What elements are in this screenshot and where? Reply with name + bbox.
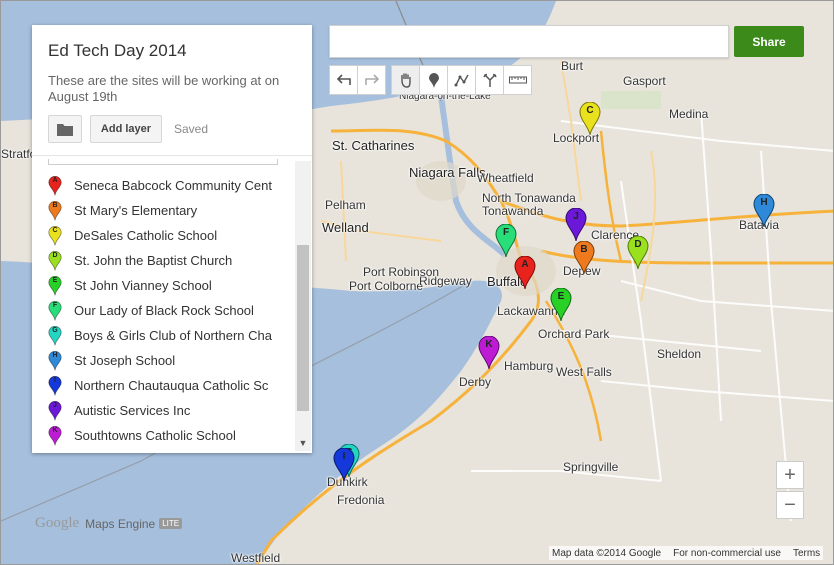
location-list-item[interactable]: J Autistic Services Inc bbox=[48, 398, 298, 423]
map-marker-b[interactable]: B bbox=[573, 241, 595, 275]
location-list-item[interactable]: F Our Lady of Black Rock School bbox=[48, 298, 298, 323]
location-pin-icon: J bbox=[48, 400, 62, 421]
location-list-item[interactable]: A Seneca Babcock Community Cent bbox=[48, 173, 298, 198]
location-list-item[interactable]: H St Joseph School bbox=[48, 348, 298, 373]
location-pin-icon: B bbox=[48, 200, 62, 221]
map-marker-j[interactable]: J bbox=[565, 208, 587, 242]
location-name: St. John the Baptist Church bbox=[74, 253, 233, 268]
location-pin-icon: H bbox=[48, 350, 62, 371]
redo-button[interactable] bbox=[357, 65, 386, 95]
list-scrollbar[interactable]: ▼ bbox=[295, 161, 311, 451]
location-list-item[interactable]: G Boys & Girls Club of Northern Cha bbox=[48, 323, 298, 348]
logo-product-text: Maps Engine bbox=[85, 516, 156, 531]
location-pin-icon: D bbox=[48, 250, 62, 271]
zoom-out-button[interactable]: − bbox=[776, 491, 804, 519]
location-pin-icon: K bbox=[48, 425, 62, 446]
location-name: St Mary's Elementary bbox=[74, 203, 198, 218]
search-input[interactable] bbox=[329, 25, 729, 58]
location-name: Boys & Girls Club of Northern Cha bbox=[74, 328, 272, 343]
location-pin-letter: K bbox=[52, 426, 58, 434]
location-name: Seneca Babcock Community Cent bbox=[74, 178, 272, 193]
location-pin-letter: D bbox=[52, 251, 58, 259]
non-commercial-link[interactable]: For non-commercial use bbox=[673, 548, 781, 559]
map-toolbar bbox=[329, 65, 532, 95]
open-folder-button[interactable] bbox=[48, 115, 82, 143]
map-marker-c[interactable]: C bbox=[579, 102, 601, 136]
map-marker-i[interactable]: I bbox=[333, 448, 355, 482]
location-pin-letter: H bbox=[52, 351, 58, 359]
map-data-attribution: Map data ©2014 Google bbox=[552, 547, 662, 559]
location-list-item[interactable]: K Southtowns Catholic School bbox=[48, 423, 298, 448]
map-marker-h[interactable]: H bbox=[753, 194, 775, 228]
scroll-down-arrow-icon[interactable]: ▼ bbox=[297, 437, 309, 449]
map-marker-a[interactable]: A bbox=[514, 256, 536, 290]
location-name: Our Lady of Black Rock School bbox=[74, 303, 254, 318]
location-list-item[interactable]: C DeSales Catholic School bbox=[48, 223, 298, 248]
add-marker-button[interactable] bbox=[419, 65, 448, 95]
logo-google-text: Google bbox=[35, 515, 80, 531]
location-pin-letter: F bbox=[52, 301, 58, 309]
map-description[interactable]: These are the sites will be working at o… bbox=[48, 73, 298, 105]
location-name: St Joseph School bbox=[74, 353, 176, 368]
divider bbox=[32, 155, 312, 156]
location-pin-icon: E bbox=[48, 275, 62, 296]
location-pin-icon: G bbox=[48, 325, 62, 346]
location-pin-letter: I bbox=[54, 376, 56, 384]
map-marker-d[interactable]: D bbox=[627, 236, 649, 270]
draw-line-button[interactable] bbox=[447, 65, 476, 95]
folder-icon bbox=[57, 123, 73, 136]
route-directions-icon bbox=[482, 73, 497, 87]
location-list-item[interactable]: I Northern Chautauqua Catholic Sc bbox=[48, 373, 298, 398]
location-list-item[interactable]: D St. John the Baptist Church bbox=[48, 248, 298, 273]
map-marker-e[interactable]: E bbox=[550, 288, 572, 322]
location-pin-icon: F bbox=[48, 300, 62, 321]
zoom-in-button[interactable]: + bbox=[776, 461, 804, 489]
app-frame: St. Catharines Niagara Falls Niagara-on-… bbox=[0, 0, 834, 565]
list-header-edge bbox=[48, 159, 278, 165]
map-marker-k[interactable]: K bbox=[478, 336, 500, 370]
location-list-item[interactable]: E St John Vianney School bbox=[48, 273, 298, 298]
location-pin-letter: C bbox=[52, 226, 58, 234]
map-details-panel: Ed Tech Day 2014 These are the sites wil… bbox=[32, 25, 312, 453]
location-pin-letter: G bbox=[52, 326, 58, 334]
directions-button[interactable] bbox=[475, 65, 504, 95]
maps-engine-logo: Google Maps Engine LITE bbox=[35, 515, 183, 532]
measure-button[interactable] bbox=[503, 65, 532, 95]
location-pin-letter: J bbox=[53, 401, 57, 409]
location-list-item[interactable]: B St Mary's Elementary bbox=[48, 198, 298, 223]
location-pin-icon: C bbox=[48, 225, 62, 246]
scrollbar-thumb[interactable] bbox=[297, 245, 309, 411]
location-pin-letter: B bbox=[52, 201, 58, 209]
map-marker-f[interactable]: F bbox=[495, 224, 517, 258]
pan-hand-button[interactable] bbox=[391, 65, 420, 95]
measure-ruler-icon bbox=[508, 76, 527, 84]
terms-link[interactable]: Terms bbox=[793, 548, 820, 559]
save-status: Saved bbox=[174, 122, 209, 136]
location-name: St John Vianney School bbox=[74, 278, 212, 293]
logo-lite-badge: LITE bbox=[159, 518, 183, 529]
undo-icon bbox=[336, 74, 351, 85]
location-pin-icon: A bbox=[48, 175, 62, 196]
draw-line-icon bbox=[454, 74, 469, 87]
add-marker-icon bbox=[428, 72, 439, 88]
location-name: Southtowns Catholic School bbox=[74, 428, 236, 443]
add-layer-button[interactable]: Add layer bbox=[90, 115, 162, 143]
map-title[interactable]: Ed Tech Day 2014 bbox=[48, 41, 187, 61]
location-list: A Seneca Babcock Community Cent B St Mary's… bbox=[32, 159, 312, 451]
share-button[interactable]: Share bbox=[734, 26, 804, 57]
redo-icon bbox=[364, 74, 379, 85]
undo-button[interactable] bbox=[329, 65, 358, 95]
location-pin-icon: I bbox=[48, 375, 62, 396]
map-attribution: Map data ©2014 Google For non-commercial… bbox=[549, 546, 824, 560]
hand-pan-icon bbox=[400, 73, 411, 88]
location-name: Northern Chautauqua Catholic Sc bbox=[74, 378, 269, 393]
location-name: Autistic Services Inc bbox=[74, 403, 191, 418]
location-name: DeSales Catholic School bbox=[74, 228, 218, 243]
location-pin-letter: E bbox=[52, 276, 58, 284]
location-pin-letter: A bbox=[52, 176, 58, 184]
